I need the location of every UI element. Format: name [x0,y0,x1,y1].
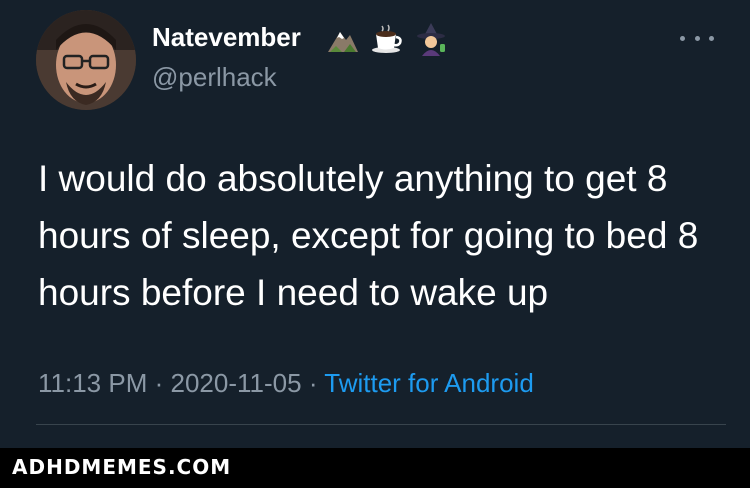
tweet-metadata: 11:13 PM · 2020-11-05 · Twitter for Andr… [38,368,534,399]
divider [36,424,726,425]
more-dot [709,35,714,41]
watermark: ADHDMEMES.COM [12,455,232,479]
user-handle[interactable]: @perlhack [152,62,277,93]
tweet-text: I would do absolutely anything to get 8 … [38,158,699,313]
more-dot [680,35,685,41]
avatar[interactable] [36,10,136,110]
witch-icon [417,23,445,56]
display-name[interactable]: Natevember [152,22,301,53]
tweet-time[interactable]: 11:13 PM [38,368,147,398]
coffee-icon [372,24,402,53]
tweet-card: Natevember @perlhack I would do absolute… [0,0,750,448]
meta-separator: · [154,368,164,398]
mountain-icon [328,32,358,52]
meta-separator: · [308,368,318,398]
more-dot [694,35,700,41]
tweet-date[interactable]: 2020-11-05 [171,368,302,398]
avatar-image [36,10,136,110]
more-options-icon[interactable] [680,28,714,48]
tweet-source-link[interactable]: Twitter for Android [324,368,534,398]
footer-bar: ADHDMEMES.COM [0,448,750,488]
